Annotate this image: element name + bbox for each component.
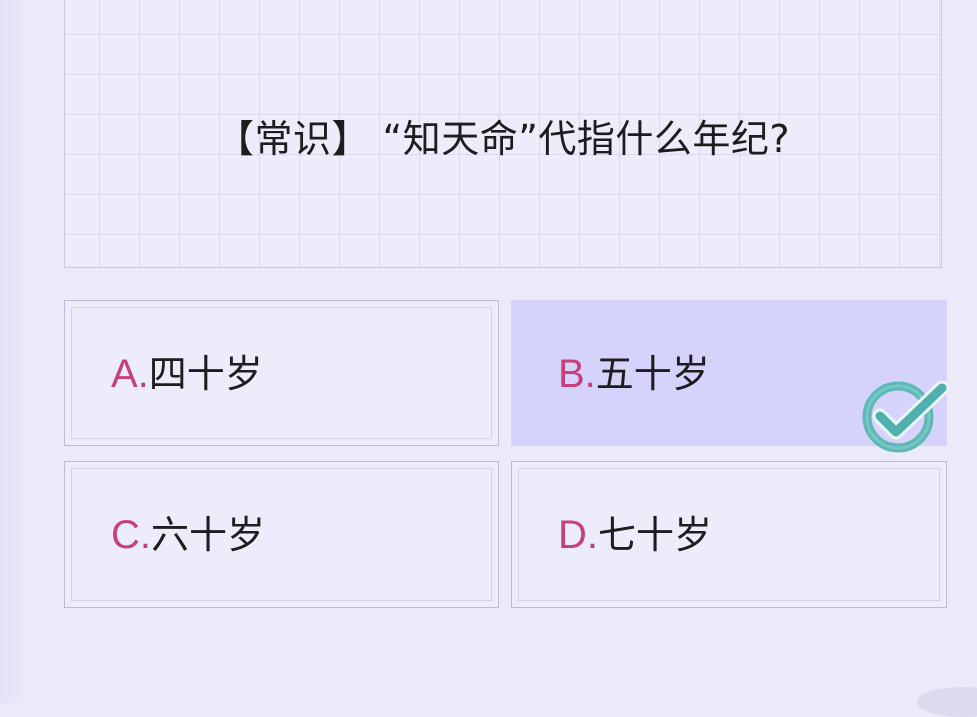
option-c-letter: C. (111, 513, 151, 557)
option-a-button[interactable]: A.四十岁 (64, 300, 499, 446)
question-card: 【常识】 “知天命”代指什么年纪? (64, 0, 942, 268)
option-c-text: 六十岁 (151, 513, 266, 557)
option-c-button[interactable]: C.六十岁 (64, 461, 499, 608)
option-d-letter: D. (558, 513, 598, 557)
option-b-text: 五十岁 (595, 352, 710, 396)
option-a-letter: A. (111, 352, 149, 396)
option-b-letter: B. (558, 352, 596, 396)
option-d-button[interactable]: D.七十岁 (511, 461, 947, 608)
background-left-strip (0, 0, 26, 703)
option-c-label: C.六十岁 (111, 514, 265, 556)
option-d-text: 七十岁 (598, 513, 713, 557)
option-d-label: D.七十岁 (558, 514, 712, 556)
option-a-label: A.四十岁 (111, 353, 263, 395)
checkmark-icon (862, 380, 950, 453)
question-text: 【常识】 “知天命”代指什么年纪? (215, 117, 791, 161)
option-b-label: B.五十岁 (558, 353, 710, 395)
option-a-text: 四十岁 (148, 352, 263, 396)
